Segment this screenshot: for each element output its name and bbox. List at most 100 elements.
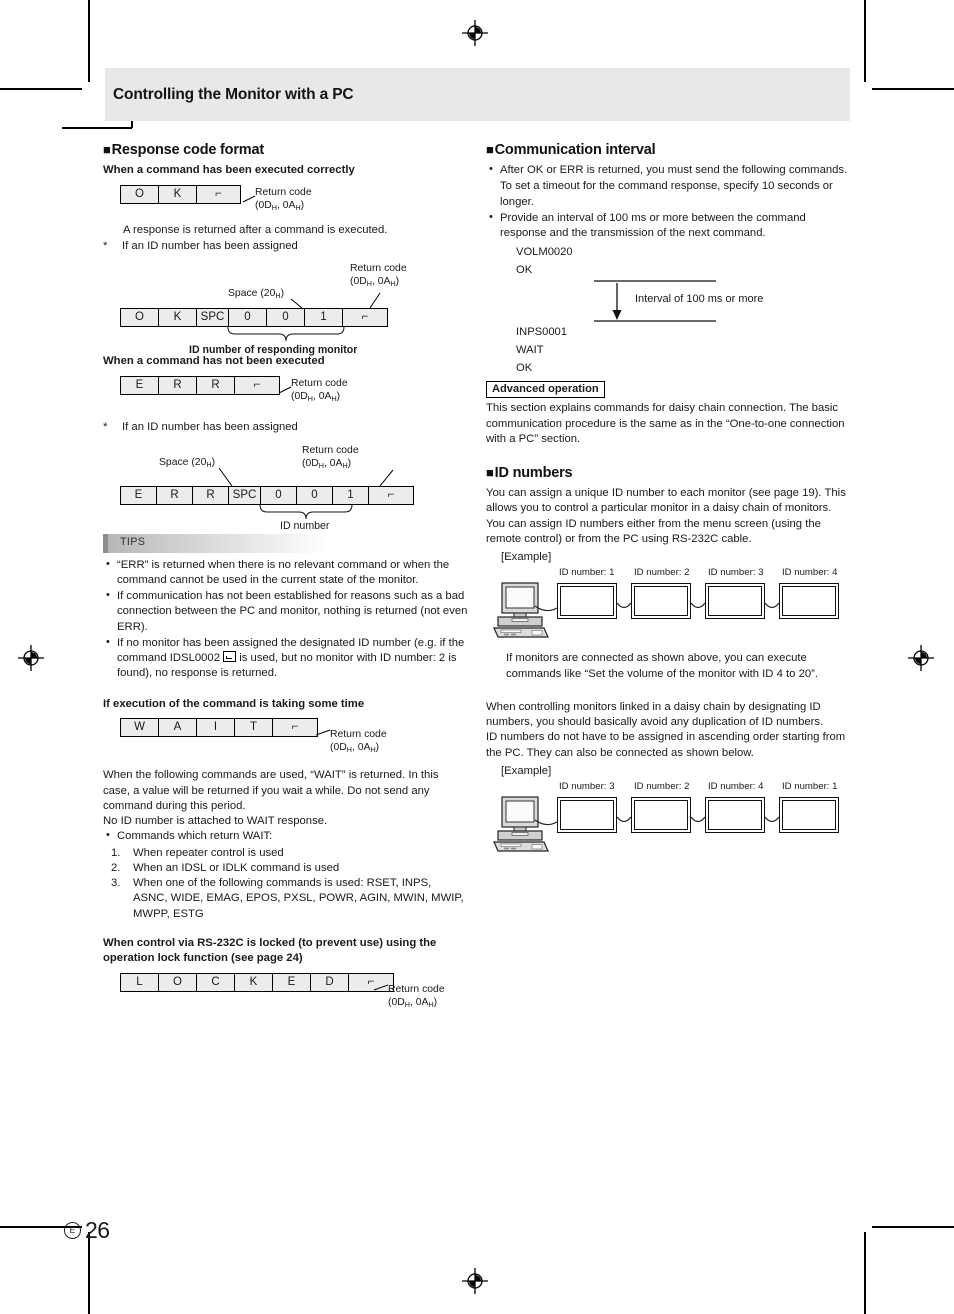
label-return-code-hex-6: (0DH, 0AH) bbox=[388, 996, 438, 1009]
list-item-continuation: To set a timeout for the command respons… bbox=[500, 180, 833, 208]
cell: O bbox=[121, 309, 159, 327]
section-heading-id-numbers: ■ID numbers bbox=[486, 465, 573, 481]
monitor-screen bbox=[560, 586, 614, 617]
paragraph-wait-explain: When the following commands are used, “W… bbox=[103, 769, 439, 812]
cell: O bbox=[121, 185, 159, 203]
registration-mark-bottom bbox=[462, 1268, 488, 1294]
list-number: 3. bbox=[111, 877, 121, 890]
section-heading-communication-interval: ■Communication interval bbox=[486, 142, 656, 158]
subheading-command-executed: When a command has been executed correct… bbox=[103, 164, 355, 176]
page-footer: E 26 bbox=[64, 1217, 110, 1244]
subheading-rs232c-locked: When control via RS-232C is locked (to p… bbox=[103, 936, 437, 964]
cell: K bbox=[159, 185, 197, 203]
example-label-2: [Example] bbox=[501, 764, 552, 777]
monitor-box bbox=[705, 797, 765, 833]
cell: C bbox=[197, 973, 235, 991]
label-return-code-4: Return code bbox=[302, 444, 359, 456]
cell: 0 bbox=[297, 486, 333, 504]
list-item: Provide an interval of 100 ms or more be… bbox=[486, 210, 852, 242]
diagram-communication-interval: VOLM0020 OK Interval of 100 ms or more I… bbox=[486, 243, 852, 374]
monitor-box bbox=[631, 583, 691, 620]
cell: K bbox=[159, 309, 197, 327]
section-bullet-square: ■ bbox=[103, 142, 111, 157]
daisy-chain-diagram-1: ID number: 1 ID number: 2 ID number: 3 I… bbox=[486, 567, 852, 645]
document-page: Controlling the Monitor with a PC ■Respo… bbox=[0, 0, 954, 1314]
registration-mark-top bbox=[462, 20, 488, 46]
cell: 0 bbox=[267, 309, 305, 327]
id-label: ID number: 3 bbox=[708, 567, 764, 579]
monitor-screen bbox=[708, 586, 762, 617]
list-item: If no monitor has been assigned the desi… bbox=[103, 635, 468, 682]
example-label-1: [Example] bbox=[501, 551, 552, 563]
list-item: If communication has not been establishe… bbox=[103, 588, 468, 635]
cells-locked: L O C K E D ⌐ bbox=[120, 972, 394, 992]
cell: W bbox=[121, 719, 159, 737]
cell: O bbox=[159, 973, 197, 991]
cell: R bbox=[157, 486, 193, 504]
diagram-lines-err-id bbox=[218, 467, 394, 519]
list-item: 3. When one of the following commands is … bbox=[103, 876, 468, 922]
wait-numbered-list: 1. When repeater control is used 2. When a… bbox=[103, 846, 468, 922]
cell: ⌐ bbox=[291, 721, 299, 734]
label-space-20h: Space (20H) bbox=[228, 288, 285, 301]
asterisk: * bbox=[103, 240, 108, 253]
list-text: When repeater control is used bbox=[133, 846, 284, 859]
list-number: 1. bbox=[111, 846, 121, 859]
monitor-box bbox=[631, 797, 691, 833]
cell: 0 bbox=[229, 309, 267, 327]
daisy-chain-diagram-2: ID number: 3 ID number: 2 ID number: 4 I… bbox=[486, 781, 852, 859]
crop-mark-br-h bbox=[872, 1226, 954, 1228]
section-heading-response-code-format: ■Response code format bbox=[103, 142, 264, 158]
sequence-inps: INPS0001 bbox=[516, 326, 567, 339]
diagram-locked-response: L O C K E D ⌐ Return code (0DH, 0AH) bbox=[103, 971, 468, 1015]
note-id-assigned-2: * If an ID number has been assigned bbox=[103, 420, 468, 435]
label-interval-100ms: Interval of 100 ms or more bbox=[635, 293, 764, 306]
crop-mark-tl-v bbox=[88, 0, 90, 82]
paragraph-after-chain-1: If monitors are connected as shown above… bbox=[506, 652, 819, 680]
cell: T bbox=[235, 719, 273, 737]
cells-err: E R R ⌐ bbox=[120, 376, 280, 396]
cell: A bbox=[159, 719, 197, 737]
cell: ⌐ bbox=[387, 488, 395, 501]
id-label: ID number: 3 bbox=[559, 781, 615, 792]
right-column: ■Communication interval After OK or ERR … bbox=[486, 142, 852, 859]
sequence-wait: WAIT bbox=[516, 344, 544, 357]
crop-mark-tr-v bbox=[864, 0, 866, 82]
registration-mark-right bbox=[908, 645, 934, 671]
label-return-code-3: Return code bbox=[291, 378, 348, 390]
diagram-err-response: E R R ⌐ Return code (0DH, 0AH) bbox=[103, 374, 468, 414]
list-item: 2. When an IDSL or IDLK command is used bbox=[103, 861, 468, 876]
paragraph-advanced-operation: This section explains commands for daisy… bbox=[486, 402, 845, 445]
label-space-20h-2: Space (20H) bbox=[159, 456, 216, 469]
id-label: ID number: 2 bbox=[634, 781, 690, 792]
monitor-box bbox=[779, 797, 839, 833]
paragraph-id-numbers-3: When controlling monitors linked in a da… bbox=[486, 700, 824, 728]
label-return-code-hex-5: (0DH, 0AH) bbox=[330, 742, 380, 755]
tips-tick bbox=[103, 533, 108, 553]
label-id-number: ID number bbox=[280, 519, 330, 532]
cell: ⌐ bbox=[361, 311, 369, 324]
label-return-code-hex-2: (0DH, 0AH) bbox=[350, 276, 400, 289]
id-label: ID number: 1 bbox=[782, 781, 838, 792]
cells-wait: W A I T ⌐ bbox=[120, 718, 318, 738]
monitor-screen bbox=[634, 586, 688, 617]
cell: I bbox=[197, 719, 235, 737]
crop-mark-tl-h bbox=[0, 88, 82, 90]
cell: SPC bbox=[197, 309, 229, 327]
monitor-box bbox=[705, 583, 765, 620]
paragraph-wait-noid: No ID number is attached to WAIT respons… bbox=[103, 815, 328, 828]
tips-label: TIPS bbox=[120, 535, 146, 548]
pc-icon bbox=[492, 581, 550, 644]
monitor-screen bbox=[782, 800, 836, 830]
paragraph-id-numbers-1: You can assign a unique ID number to eac… bbox=[486, 487, 846, 515]
monitor-box bbox=[557, 797, 617, 833]
label-return-code-hex-4: (0DH, 0AH) bbox=[302, 457, 352, 470]
cell: K bbox=[235, 973, 273, 991]
id-label: ID number: 2 bbox=[634, 567, 690, 579]
crop-mark-tr-h bbox=[872, 88, 954, 90]
diagram-err-with-id: Space (20H) Return code (0DH, 0AH) E R R… bbox=[103, 442, 468, 532]
cell: 0 bbox=[261, 486, 297, 504]
cells-ok: O K ⌐ bbox=[120, 184, 241, 204]
label-return-code-5: Return code bbox=[330, 729, 387, 741]
crop-mark-br-v bbox=[864, 1232, 866, 1314]
